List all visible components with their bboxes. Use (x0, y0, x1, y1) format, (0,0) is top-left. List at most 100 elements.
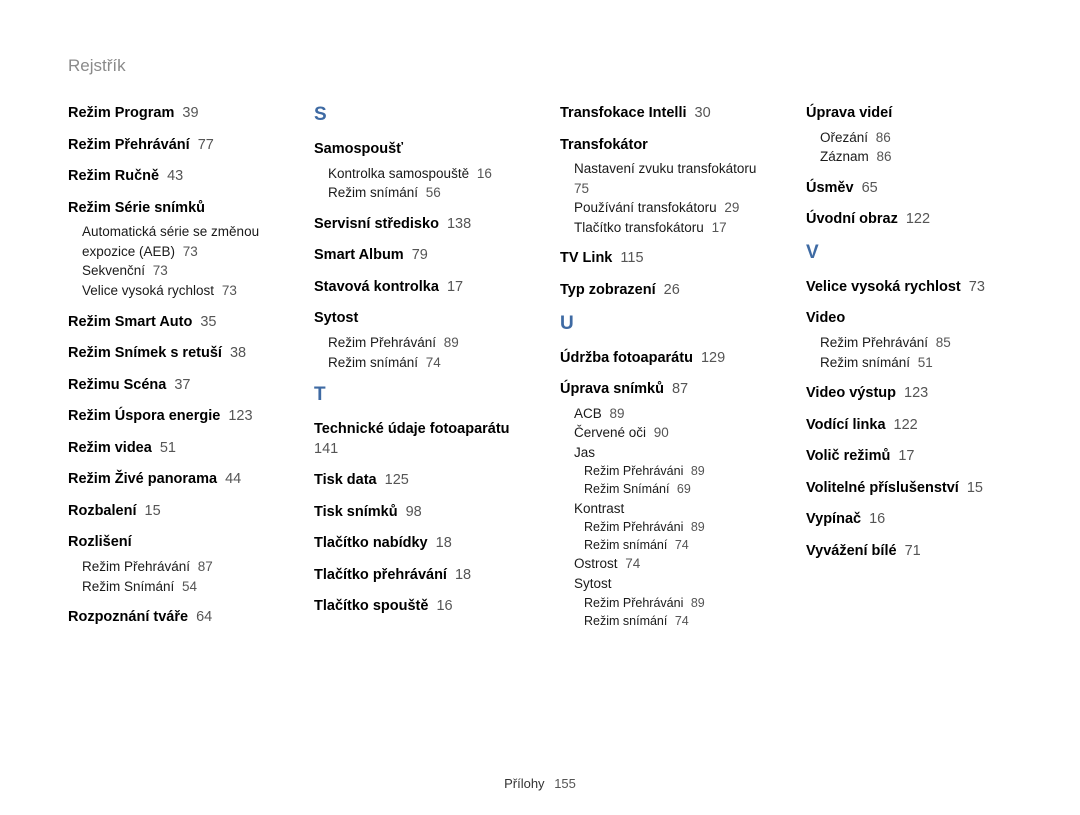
index-entry[interactable]: Tlačítko přehrávání 18 (314, 566, 520, 586)
index-subentry[interactable]: Ořezání 86 (820, 128, 1012, 148)
index-entry[interactable]: Režim Ručně 43 (68, 167, 274, 187)
index-subentry[interactable]: Červené oči 90 (574, 423, 766, 443)
index-entry[interactable]: Vyvážení bílé 71 (806, 542, 1012, 562)
page-ref: 38 (226, 345, 246, 361)
index-subentry[interactable]: Režim Snímání 69 (584, 480, 766, 498)
index-entry-title: Režim Smart Auto 35 (68, 313, 274, 333)
index-subentry[interactable]: Režim snímání 74 (584, 612, 766, 630)
index-subentry[interactable]: Režim Přehráváni 89 (584, 594, 766, 612)
index-entry[interactable]: Úvodní obraz 122 (806, 210, 1012, 230)
page-ref: 125 (381, 472, 409, 488)
index-entry-title: Smart Album 79 (314, 246, 520, 266)
index-subentry[interactable]: Režim snímání 56 (328, 183, 520, 203)
index-entry[interactable]: Úsměv 65 (806, 179, 1012, 199)
index-entry[interactable]: Režimu Scéna 37 (68, 376, 274, 396)
index-entry[interactable]: Video výstup 123 (806, 384, 1012, 404)
index-entry[interactable]: Tlačítko spouště 16 (314, 597, 520, 617)
index-subentry[interactable]: Režim snímání 74 (584, 536, 766, 554)
page-ref: 89 (687, 464, 704, 478)
index-entry-title: Režim Úspora energie 123 (68, 407, 274, 427)
index-subentry[interactable]: Kontrast (574, 499, 766, 519)
index-subentry[interactable]: Nastavení zvuku transfokátoru 75 (574, 159, 766, 198)
index-subentry[interactable]: ACB 89 (574, 404, 766, 424)
page-ref: 56 (422, 185, 441, 200)
index-entry[interactable]: Režim videa 51 (68, 439, 274, 459)
index-entry[interactable]: Režim Úspora energie 123 (68, 407, 274, 427)
index-entry[interactable]: Režim Snímek s retuší 38 (68, 344, 274, 364)
index-subentry[interactable]: Záznam 86 (820, 147, 1012, 167)
index-subentry[interactable]: Režim Přehrávání 85 (820, 333, 1012, 353)
index-entry[interactable]: Údržba fotoaparátu 129 (560, 349, 766, 369)
index-entry[interactable]: Servisní středisko 138 (314, 215, 520, 235)
page-ref: 51 (914, 355, 933, 370)
index-subentry[interactable]: Režim Přehrávání 87 (82, 557, 274, 577)
index-subentry[interactable]: Režim Přehrávání 89 (328, 333, 520, 353)
index-entry[interactable]: Úprava videíOřezání 86Záznam 86 (806, 104, 1012, 167)
index-entry-title: Režim Program 39 (68, 104, 274, 124)
page-ref: 73 (965, 279, 985, 295)
index-subentries: Automatická série se změnou expozice (AE… (82, 222, 274, 300)
index-subentry[interactable]: Velice vysoká rychlost 73 (82, 281, 274, 301)
index-entry[interactable]: TV Link 115 (560, 249, 766, 269)
page-ref: 138 (443, 216, 471, 232)
index-entry-title: Typ zobrazení 26 (560, 281, 766, 301)
index-entry[interactable]: Vypínač 16 (806, 510, 1012, 530)
index-entry-title: Údržba fotoaparátu 129 (560, 349, 766, 369)
index-subentry[interactable]: Režim Přehráváni 89 (584, 518, 766, 536)
index-entry[interactable]: Stavová kontrolka 17 (314, 278, 520, 298)
section-letter: S (314, 104, 520, 126)
index-entry[interactable]: Technické údaje fotoaparátu 141 (314, 420, 520, 459)
index-entry[interactable]: Režim Program 39 (68, 104, 274, 124)
index-entry-title: Technické údaje fotoaparátu 141 (314, 420, 520, 459)
index-entry[interactable]: Režim Smart Auto 35 (68, 313, 274, 333)
index-entry-title: Transfokace Intelli 30 (560, 104, 766, 124)
page-ref: 30 (691, 105, 711, 121)
page-ref: 74 (422, 355, 441, 370)
index-entry-title: Tlačítko přehrávání 18 (314, 566, 520, 586)
index-entry[interactable]: RozlišeníRežim Přehrávání 87Režim Snímán… (68, 533, 274, 596)
index-subentry[interactable]: Automatická série se změnou expozice (AE… (82, 222, 274, 261)
index-subentry[interactable]: Sekvenční 73 (82, 261, 274, 281)
index-entry[interactable]: Vodící linka 122 (806, 416, 1012, 436)
index-entry[interactable]: VideoRežim Přehrávání 85Režim snímání 51 (806, 309, 1012, 372)
index-entry[interactable]: Režim Přehrávání 77 (68, 136, 274, 156)
index-column: Transfokace Intelli 30 Transfokátor Nastav… (560, 104, 766, 642)
index-subentry[interactable]: Kontrolka samospouště 16 (328, 164, 520, 184)
index-subentry[interactable]: Tlačítko transfokátoru 17 (574, 218, 766, 238)
index-entry[interactable]: Rozpoznání tváře 64 (68, 608, 274, 628)
page-ref: 35 (196, 314, 216, 330)
index-entry[interactable]: SamospoušťKontrolka samospouště 16Režim … (314, 140, 520, 203)
index-subentry[interactable]: Režim snímání 51 (820, 353, 1012, 373)
index-subentry[interactable]: Režim Snímání 54 (82, 577, 274, 597)
index-entry-title: Stavová kontrolka 17 (314, 278, 520, 298)
index-entry-title: Tlačítko nabídky 18 (314, 534, 520, 554)
index-subentry[interactable]: Režim Přehráváni 89 (584, 462, 766, 480)
index-entry[interactable]: Tlačítko nabídky 18 (314, 534, 520, 554)
index-column: S SamospoušťKontrolka samospouště 16Režim… (314, 104, 520, 642)
index-entry-title: Režim Série snímků (68, 199, 274, 219)
index-subentries: Režim Přehrávání 85Režim snímání 51 (820, 333, 1012, 372)
index-subentry[interactable]: Režim snímání 74 (328, 353, 520, 373)
index-entry[interactable]: Transfokace Intelli 30 (560, 104, 766, 124)
index-entry[interactable]: Režim Živé panorama 44 (68, 470, 274, 490)
index-entry-title: Transfokátor (560, 136, 766, 156)
index-entry-title: Volič režimů 17 (806, 447, 1012, 467)
index-entry[interactable]: Tisk snímků 98 (314, 503, 520, 523)
index-entry[interactable]: Transfokátor Nastavení zvuku transfokátor… (560, 136, 766, 238)
index-entry[interactable]: Volič režimů 17 (806, 447, 1012, 467)
index-subentry[interactable]: Sytost (574, 574, 766, 594)
index-entry[interactable]: Tisk data 125 (314, 471, 520, 491)
index-subentry[interactable]: Jas (574, 443, 766, 463)
page-ref: 74 (671, 614, 688, 628)
index-entry[interactable]: SytostRežim Přehrávání 89Režim snímání 7… (314, 309, 520, 372)
index-entry[interactable]: Smart Album 79 (314, 246, 520, 266)
index-entry[interactable]: Režim Série snímků Automatická série se z… (68, 199, 274, 301)
index-entry[interactable]: Velice vysoká rychlost 73 (806, 278, 1012, 298)
index-entry[interactable]: Rozbalení 15 (68, 502, 274, 522)
index-subentry[interactable]: Používání transfokátoru 29 (574, 198, 766, 218)
index-subentry[interactable]: Ostrost 74 (574, 554, 766, 574)
section-letter: V (806, 242, 1012, 264)
index-entry[interactable]: Volitelné příslušenství 15 (806, 479, 1012, 499)
index-entry[interactable]: Úprava snímků 87ACB 89Červené oči 90JasR… (560, 380, 766, 630)
index-entry[interactable]: Typ zobrazení 26 (560, 281, 766, 301)
